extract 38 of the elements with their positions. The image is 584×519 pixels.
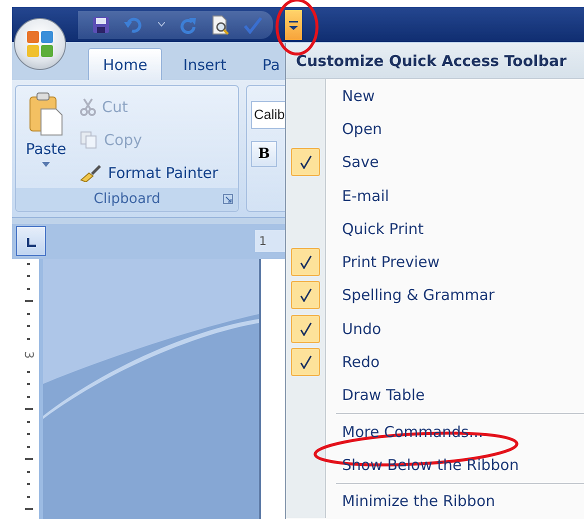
bold-button[interactable]: B bbox=[251, 140, 277, 167]
menu-item[interactable]: E-mail bbox=[286, 178, 584, 212]
checkmark-icon bbox=[300, 322, 312, 336]
checkmark-icon bbox=[300, 288, 312, 302]
tab-stop-selector[interactable] bbox=[16, 226, 46, 256]
copy-icon bbox=[80, 131, 98, 150]
customize-toolbar-button[interactable] bbox=[285, 10, 302, 40]
menu-item[interactable]: Quick Print bbox=[286, 212, 584, 246]
checkmark-icon bbox=[300, 355, 312, 370]
checkmark-icon bbox=[300, 255, 312, 270]
dropdown-arrow-icon bbox=[289, 18, 298, 31]
caret-icon bbox=[42, 162, 50, 167]
menu-item[interactable]: Redo bbox=[286, 345, 584, 379]
print-preview-icon[interactable] bbox=[211, 14, 229, 35]
menu-item[interactable]: Minimize the Ribbon bbox=[286, 484, 584, 518]
menu-item[interactable]: Spelling & Grammar bbox=[286, 278, 584, 312]
clipboard-icon bbox=[28, 92, 64, 136]
menu-item[interactable]: Save bbox=[286, 146, 584, 179]
paste-button[interactable]: Paste bbox=[22, 92, 70, 188]
menu-item[interactable]: Draw Table bbox=[286, 378, 584, 412]
spelling-check-icon[interactable] bbox=[243, 16, 263, 34]
paintbrush-icon bbox=[80, 164, 102, 182]
checkmark-icon bbox=[300, 155, 312, 170]
ribbon-tab[interactable]: Home bbox=[88, 48, 162, 80]
office-logo-icon bbox=[25, 29, 55, 59]
menu-title: Customize Quick Access Toolbar bbox=[296, 52, 567, 70]
ruler-number: 3 bbox=[24, 352, 34, 360]
group-title: Clipboard bbox=[94, 191, 160, 208]
menu-item[interactable]: Print Preview bbox=[286, 245, 584, 279]
menu-item[interactable]: Undo bbox=[286, 312, 584, 346]
ruler-number: 1 bbox=[259, 234, 267, 248]
dialog-launcher-icon[interactable] bbox=[223, 194, 233, 204]
scissors-icon bbox=[80, 98, 96, 116]
tab-stop-icon bbox=[26, 238, 36, 248]
clipboard-command[interactable]: Format Painter bbox=[80, 160, 218, 187]
ribbon-tab[interactable]: Insert bbox=[168, 48, 242, 80]
save-icon[interactable] bbox=[92, 16, 110, 34]
ribbon-tab[interactable]: Pa bbox=[247, 48, 295, 80]
